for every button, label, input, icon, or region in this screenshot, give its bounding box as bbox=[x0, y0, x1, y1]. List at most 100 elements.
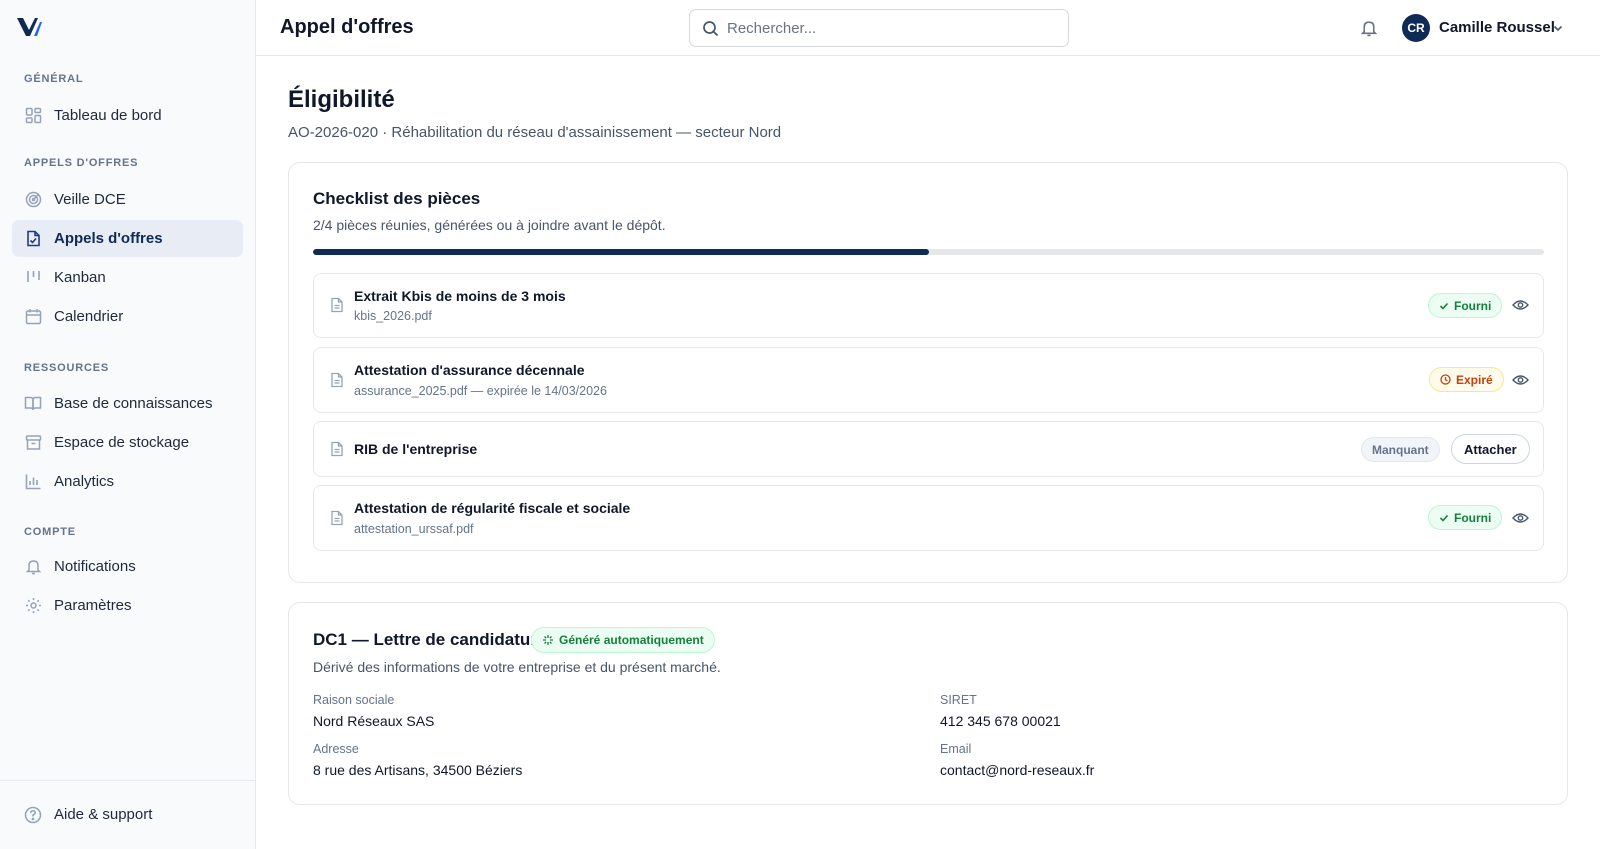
field-label-raison-sociale: Raison sociale bbox=[313, 693, 395, 707]
status-badge: Fourni bbox=[1428, 293, 1503, 318]
help-icon bbox=[24, 806, 42, 824]
field-value-siret: 412 345 678 00021 bbox=[940, 713, 1061, 729]
sidebar-item-kanban[interactable]: Kanban bbox=[12, 259, 243, 296]
sidebar-item-notifications[interactable]: Notifications bbox=[12, 548, 243, 585]
status-badge-label: Manquant bbox=[1372, 442, 1429, 457]
check-icon bbox=[1439, 514, 1449, 522]
auto-generated-badge: Généré automatiquement bbox=[531, 627, 715, 653]
checklist-item-file[interactable]: attestation_urssaf.pdf bbox=[354, 522, 474, 536]
status-badge-label: Fourni bbox=[1454, 298, 1492, 313]
status-badge: Manquant bbox=[1361, 437, 1440, 462]
sidebar-item-label: Aide & support bbox=[54, 806, 153, 823]
file-icon bbox=[331, 510, 343, 526]
checklist-item: Attestation de régularité fiscale et soc… bbox=[313, 485, 1544, 551]
sidebar-item-appels-d-offres[interactable]: Appels d'offres bbox=[12, 220, 243, 257]
sidebar-item-label: Espace de stockage bbox=[54, 434, 190, 451]
preview-button[interactable] bbox=[1511, 371, 1529, 389]
page-title: Appel d'offres bbox=[280, 16, 414, 38]
radar-icon bbox=[24, 191, 42, 209]
checklist-item-file[interactable]: assurance_2025.pdf — expirée le 14/03/20… bbox=[354, 384, 607, 398]
sidebar-item-label: Paramètres bbox=[54, 597, 132, 614]
nav-section-ressources: Ressources bbox=[24, 362, 110, 374]
checklist-item-name: RIB de l'entreprise bbox=[354, 441, 478, 457]
sidebar-item-parametres[interactable]: Paramètres bbox=[12, 587, 243, 624]
checklist-item: RIB de l'entreprise Manquant Attacher bbox=[313, 421, 1544, 477]
field-label-siret: SIRET bbox=[940, 693, 977, 707]
search-icon bbox=[703, 20, 719, 36]
field-value-adresse: 8 rue des Artisans, 34500 Béziers bbox=[313, 762, 523, 778]
check-icon bbox=[1439, 302, 1449, 310]
sparkle-icon bbox=[543, 635, 553, 645]
sidebar-item-base-de-connaissances[interactable]: Base de connaissances bbox=[12, 385, 243, 422]
eye-icon bbox=[1511, 375, 1529, 385]
checklist-item-name: Attestation d'assurance décennale bbox=[354, 362, 585, 378]
dc1-subtitle: Dérivé des informations de votre entrepr… bbox=[313, 659, 721, 675]
checklist-title: Checklist des pièces bbox=[313, 189, 481, 208]
field-value-raison-sociale: Nord Réseaux SAS bbox=[313, 713, 435, 729]
search-input[interactable] bbox=[727, 19, 1047, 37]
checklist-subtitle: 2/4 pièces réunies, générées ou à joindr… bbox=[313, 217, 666, 233]
notifications-button[interactable] bbox=[1358, 17, 1380, 39]
sidebar-item-espace-de-stockage[interactable]: Espace de stockage bbox=[12, 424, 243, 461]
checklist-item: Attestation d'assurance décennale assura… bbox=[313, 347, 1544, 413]
attach-button[interactable]: Attacher bbox=[1451, 434, 1530, 464]
tender-reference: AO-2026-020 · Réhabilitation du réseau d… bbox=[288, 124, 782, 141]
status-badge: Fourni bbox=[1428, 505, 1503, 530]
checklist-item-name: Attestation de régularité fiscale et soc… bbox=[354, 500, 631, 516]
dc1-title: DC1 — Lettre de candidature bbox=[313, 630, 547, 649]
checklist-item-file[interactable]: kbis_2026.pdf bbox=[354, 309, 432, 323]
chart-icon bbox=[24, 473, 42, 491]
sidebar-item-label: Base de connaissances bbox=[54, 395, 213, 412]
status-badge-label: Expiré bbox=[1456, 372, 1493, 387]
sidebar-item-veille-dce[interactable]: Veille DCE bbox=[12, 181, 243, 218]
sidebar-item-label: Tableau de bord bbox=[54, 107, 162, 124]
sidebar-item-label: Appels d'offres bbox=[54, 230, 163, 247]
sidebar-item-label: Notifications bbox=[54, 558, 136, 575]
clock-icon bbox=[1440, 374, 1451, 385]
eye-icon bbox=[1511, 513, 1529, 523]
gear-icon bbox=[24, 597, 42, 615]
sidebar-item-tableau-de-bord[interactable]: Tableau de bord bbox=[12, 97, 243, 134]
bell-icon bbox=[1360, 21, 1378, 37]
status-badge-label: Fourni bbox=[1454, 510, 1492, 525]
avatar[interactable]: CR bbox=[1402, 14, 1430, 42]
sidebar-item-aide-support[interactable]: Aide & support bbox=[12, 796, 243, 833]
field-label-email: Email bbox=[940, 742, 972, 756]
field-value-email: contact@nord-reseaux.fr bbox=[940, 762, 1095, 778]
nav-section-compte: Compte bbox=[24, 526, 76, 538]
chevron-down-icon[interactable] bbox=[1552, 22, 1564, 34]
sidebar-item-label: Analytics bbox=[54, 473, 115, 490]
nav-section-appels: Appels d'offres bbox=[24, 157, 139, 169]
sidebar-item-label: Veille DCE bbox=[54, 191, 126, 208]
eye-icon bbox=[1511, 300, 1529, 310]
field-label-adresse: Adresse bbox=[313, 742, 359, 756]
sidebar-item-label: Kanban bbox=[54, 269, 106, 286]
status-badge: Expiré bbox=[1429, 367, 1504, 392]
calendar-icon bbox=[24, 308, 42, 326]
checklist-item: Extrait Kbis de moins de 3 mois kbis_202… bbox=[313, 273, 1544, 338]
sidebar-item-calendrier[interactable]: Calendrier bbox=[12, 298, 243, 335]
document-icon bbox=[24, 230, 42, 248]
sidebar-item-analytics[interactable]: Analytics bbox=[12, 463, 243, 500]
kanban-icon bbox=[24, 269, 42, 287]
auto-generated-label: Généré automatiquement bbox=[559, 633, 704, 647]
preview-button[interactable] bbox=[1511, 509, 1529, 527]
book-icon bbox=[24, 395, 42, 413]
checklist-progress-fill bbox=[313, 249, 929, 255]
search-box[interactable] bbox=[689, 9, 1069, 47]
file-icon bbox=[331, 372, 343, 388]
app-logo-icon[interactable] bbox=[16, 16, 42, 38]
sidebar-footer: Aide & support bbox=[0, 780, 255, 849]
dashboard-icon bbox=[24, 107, 42, 125]
file-icon bbox=[331, 441, 343, 457]
nav-section-general: Général bbox=[24, 73, 84, 85]
dc1-card: DC1 — Lettre de candidature Généré autom… bbox=[288, 602, 1568, 805]
checklist-item-name: Extrait Kbis de moins de 3 mois bbox=[354, 288, 566, 304]
bell-icon bbox=[24, 558, 42, 576]
preview-button[interactable] bbox=[1511, 296, 1529, 314]
archive-icon bbox=[24, 434, 42, 452]
sidebar-item-label: Calendrier bbox=[54, 308, 124, 325]
user-name[interactable]: Camille Roussel bbox=[1439, 19, 1555, 36]
checklist-progress-bar bbox=[313, 249, 1544, 255]
section-title: Éligibilité bbox=[288, 86, 395, 113]
